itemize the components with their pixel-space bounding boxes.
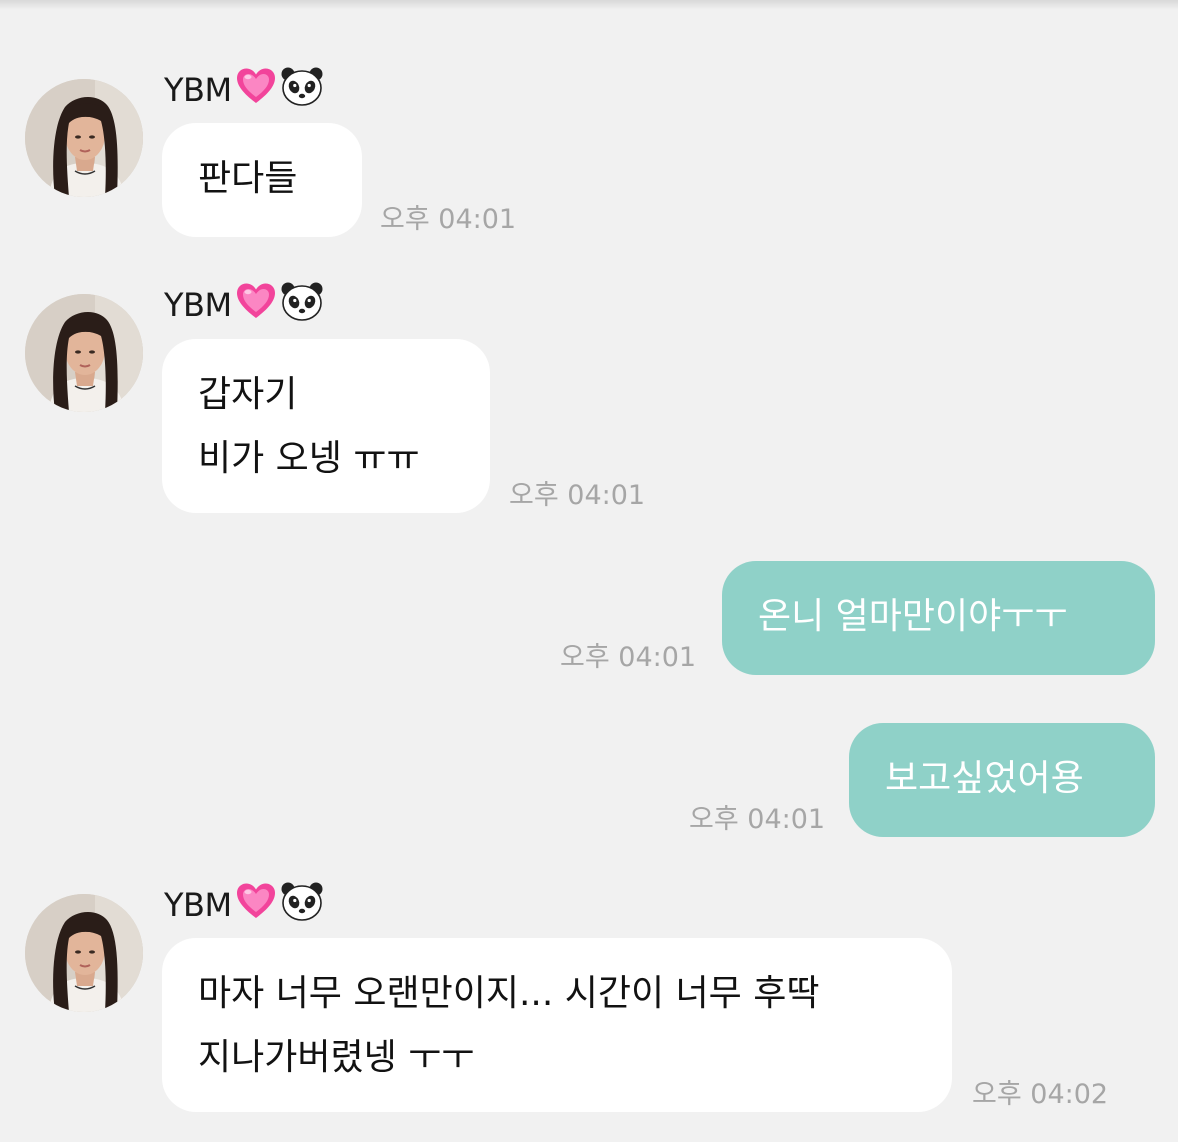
message-text: 보고싶었어용 [885, 758, 1084, 799]
message-text: 비가 오넹 ㅠㅠ [198, 438, 420, 479]
sender-name: YBM [164, 881, 324, 928]
message-bubble-incoming[interactable]: 갑자기 비가 오넹 ㅠㅠ [162, 339, 490, 513]
sender-name: YBM [164, 281, 324, 328]
sender-name-text: YBM [164, 71, 232, 109]
message-text: 마자 너무 오랜만이지... 시간이 너무 후딱 [198, 973, 820, 1014]
avatar[interactable] [25, 894, 143, 1012]
message-text: 지나가버렸넹 ㅜㅜ [198, 1037, 475, 1078]
message-text: 갑자기 [198, 374, 298, 415]
panda-icon [280, 66, 324, 114]
message-bubble-outgoing[interactable]: 보고싶었어용 [849, 723, 1155, 837]
message-bubble-outgoing[interactable]: 온니 얼마만이야ㅜㅜ [722, 561, 1155, 675]
sender-name-text: YBM [164, 886, 232, 924]
avatar[interactable] [25, 79, 143, 197]
message-timestamp: 오후 04:01 [380, 204, 517, 235]
header-shadow [0, 0, 1178, 10]
panda-icon [280, 281, 324, 329]
message-bubble-incoming[interactable]: 마자 너무 오랜만이지... 시간이 너무 후딱 지나가버렸넹 ㅜㅜ [162, 938, 952, 1112]
sender-name-text: YBM [164, 286, 232, 324]
avatar[interactable] [25, 294, 143, 412]
panda-icon [280, 881, 324, 929]
message-text: 판다들 [198, 158, 298, 199]
message-timestamp: 오후 04:01 [509, 480, 646, 511]
message-bubble-incoming[interactable]: 판다들 [162, 123, 362, 237]
sender-name: YBM [164, 66, 324, 113]
message-timestamp: 오후 04:01 [689, 804, 826, 835]
heart-icon [236, 282, 276, 328]
heart-icon [236, 67, 276, 113]
heart-icon [236, 882, 276, 928]
message-timestamp: 오후 04:02 [972, 1079, 1109, 1110]
message-timestamp: 오후 04:01 [560, 642, 697, 673]
message-text: 온니 얼마만이야ㅜㅜ [758, 596, 1068, 637]
